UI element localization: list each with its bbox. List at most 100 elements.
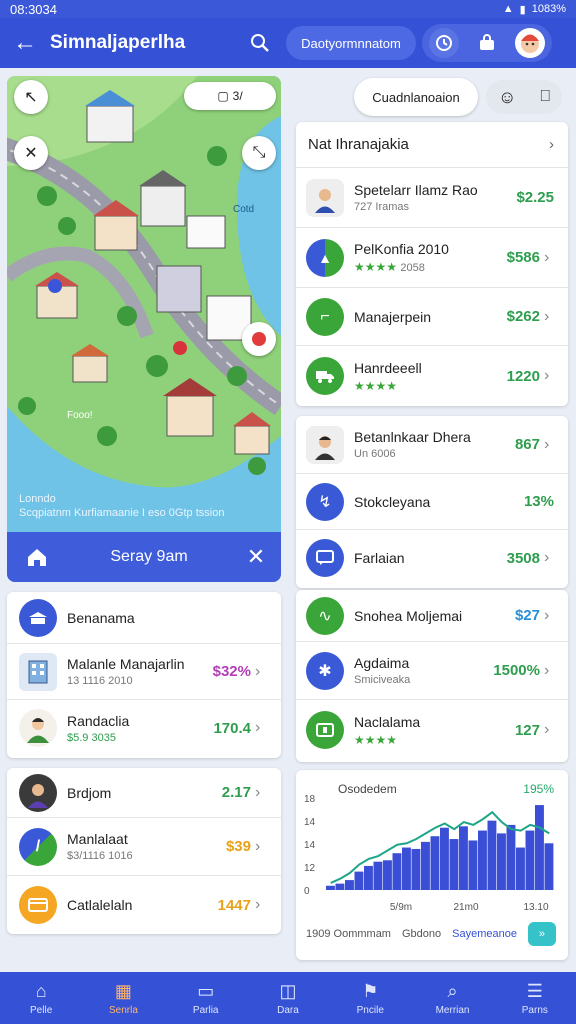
location-pin-button[interactable]: [242, 322, 276, 356]
home-icon[interactable]: [7, 547, 67, 567]
list-item[interactable]: Malanle Manajarlin 13 1116 2010 $32% ›: [7, 644, 281, 700]
chevron-right-icon: ›: [255, 837, 261, 855]
destination-pill[interactable]: Daotyormnnatom: [286, 26, 416, 60]
y-tick-label: 14: [304, 840, 316, 851]
trend-icon: ↯: [306, 482, 344, 521]
bottom-navigation: ⌂ Pelle ▦ Senrla ▭ Parlia ◫ Dara ⚑ Pncile ⌕ Merrian…: [0, 972, 576, 1024]
signal-icon: ▮: [519, 3, 526, 16]
list-item[interactable]: Randaclia $5.9 3035 170.4 ›: [7, 700, 281, 756]
nav-item-pncile[interactable]: ⚑ Pncile: [329, 972, 411, 1024]
battery-level: 1083%: [531, 3, 566, 15]
clock-icon[interactable]: [428, 28, 459, 58]
smiley-icon[interactable]: ☺: [498, 87, 516, 108]
close-map-icon[interactable]: ✕: [14, 136, 48, 170]
bookmark-icon[interactable]: ⎕: [540, 88, 550, 106]
chart-card[interactable]: Osodedem 195% 18 14 14 12 0 5/9m 21m0 13.10 190…: [296, 770, 568, 960]
chart-foot-right[interactable]: Sayemeanoe: [452, 928, 517, 940]
chart-bar: [392, 853, 402, 890]
right-list-top: Nat Ihranajakia › Spetelarr Ilamz Rao 727…: [296, 122, 568, 406]
chevron-right-icon: ›: [544, 435, 550, 453]
list-item[interactable]: Catlalelaln 1447 ›: [7, 876, 281, 934]
chart-bar: [449, 839, 459, 890]
nav-item-parlia[interactable]: ▭ Parlia: [165, 972, 247, 1024]
nav-item-dara[interactable]: ◫ Dara: [247, 972, 329, 1024]
map-view[interactable]: Fooo! Cotd Lonndo Scqpiatnm Kurfiamaanie…: [7, 76, 281, 582]
chevron-right-icon: ›: [255, 783, 261, 801]
person-avatar-icon: [19, 773, 57, 812]
chart-badge-icon: ▲: [306, 238, 344, 277]
map-chip-text: 3/: [232, 89, 243, 103]
chart-bar: [383, 860, 392, 890]
map-action-bar: Seray 9am ✕: [7, 532, 281, 582]
mini-actions: ☺ ⎕: [486, 80, 562, 114]
close-icon[interactable]: ✕: [231, 544, 281, 570]
nav-item-merrian[interactable]: ⌕ Merrian: [411, 972, 493, 1024]
wallet-icon: [306, 711, 344, 749]
map-chip[interactable]: ▢ 3/: [184, 82, 276, 110]
nav-item-senrla[interactable]: ▦ Senrla: [82, 972, 164, 1024]
chart-bar: [345, 880, 354, 890]
list-item[interactable]: / Manlalaat $3/1116 1016 $39 ›: [7, 818, 281, 876]
list-item[interactable]: Brdjom 2.17 ›: [7, 768, 281, 818]
list-item[interactable]: ⌐ Manajerpein $262 ›: [296, 288, 568, 346]
chart-bar: [487, 820, 497, 890]
chart-bar: [430, 836, 440, 890]
next-arrow-button[interactable]: »: [527, 922, 556, 946]
section-header[interactable]: Nat Ihranajakia ›: [296, 122, 568, 168]
left-list-b: Brdjom 2.17 › / Manlalaat $3/1116 1016 $39…: [7, 768, 281, 934]
list-item[interactable]: Hanrdeeell ★★★★ 1220 ›: [296, 346, 568, 406]
chart-bar: [421, 841, 430, 890]
chevron-right-icon: ›: [544, 606, 550, 624]
chart-foot-left: 1909 Oommmam: [306, 928, 391, 940]
chart-bar: [373, 861, 383, 890]
chart-bar: [354, 871, 364, 890]
map-bar-label[interactable]: Seray 9am: [67, 548, 231, 566]
y-tick-label: 14: [304, 817, 316, 828]
chevron-right-icon: ›: [255, 662, 261, 680]
page-title: Simnaljaperlha: [50, 32, 186, 53]
avatar[interactable]: [515, 28, 546, 58]
inbox-icon: ▭: [197, 980, 215, 1001]
right-list-mid: Betanlnkaar Dhera Un 6006 867 › ↯ Stokcley…: [296, 416, 568, 588]
apartment-icon: [19, 652, 57, 691]
card-icon: [19, 886, 57, 924]
chart-bar: [335, 883, 345, 890]
location-search-pill[interactable]: Cuadnlanoaion: [354, 78, 478, 116]
compass-icon[interactable]: ↖: [14, 80, 48, 114]
list-item[interactable]: Farlaian 3508 ›: [296, 530, 568, 586]
appbar-actions: [422, 24, 552, 62]
nav-label: Pelle: [30, 1004, 53, 1016]
back-arrow-icon[interactable]: ←: [0, 29, 50, 57]
nav-label: Parlia: [192, 1004, 219, 1016]
search-icon[interactable]: [240, 33, 280, 53]
cart-icon: ◫: [279, 980, 297, 1001]
list-item[interactable]: Betanlnkaar Dhera Un 6006 867 ›: [296, 416, 568, 474]
list-item[interactable]: Spetelarr Ilamz Rao 727 Iramas $2.25: [296, 168, 568, 228]
list-item[interactable]: ✱ Agdaima Smiciveaka 1500% ›: [296, 642, 568, 700]
chevron-right-icon: ›: [549, 136, 554, 153]
list-item[interactable]: Benanama: [7, 592, 281, 644]
bag-icon[interactable]: [472, 28, 502, 58]
x-tick-label: 13.10: [523, 902, 548, 913]
route-icon: ∿: [306, 596, 344, 635]
nav-label: Dara: [277, 1004, 299, 1016]
list-item[interactable]: ▲ PelKonfia 2010 ★★★★ 2058 $586 ›: [296, 228, 568, 288]
nav-label: Parns: [521, 1004, 548, 1016]
pin-icon: [252, 332, 266, 346]
chart-bar: [440, 827, 449, 890]
nav-item-pelle[interactable]: ⌂ Pelle: [0, 972, 82, 1024]
list-item[interactable]: ↯ Stokcleyana 13%: [296, 474, 568, 530]
chart-bar: [525, 830, 535, 890]
chart-bar: [516, 847, 525, 890]
nav-item-parns[interactable]: ☰ Parns: [494, 972, 576, 1024]
chart-bar: [544, 843, 554, 890]
chevron-right-icon: ›: [255, 719, 261, 736]
list-item[interactable]: ∿ Snohea Moljemai $27 ›: [296, 590, 568, 642]
expand-icon[interactable]: ⤡: [242, 136, 276, 170]
store-icon: ▦: [114, 980, 132, 1001]
list-item[interactable]: Naclalama ★★★★ 127 ›: [296, 700, 568, 760]
chart-bar: [478, 830, 487, 890]
area-chart: 18 14 14 12 0 5/9m 21m0 13.10: [304, 794, 554, 913]
chevron-right-icon: ›: [544, 367, 550, 384]
map-caption: Lonndo Scqpiatnm Kurfiamaanie I eso 0Gtp…: [19, 493, 225, 519]
